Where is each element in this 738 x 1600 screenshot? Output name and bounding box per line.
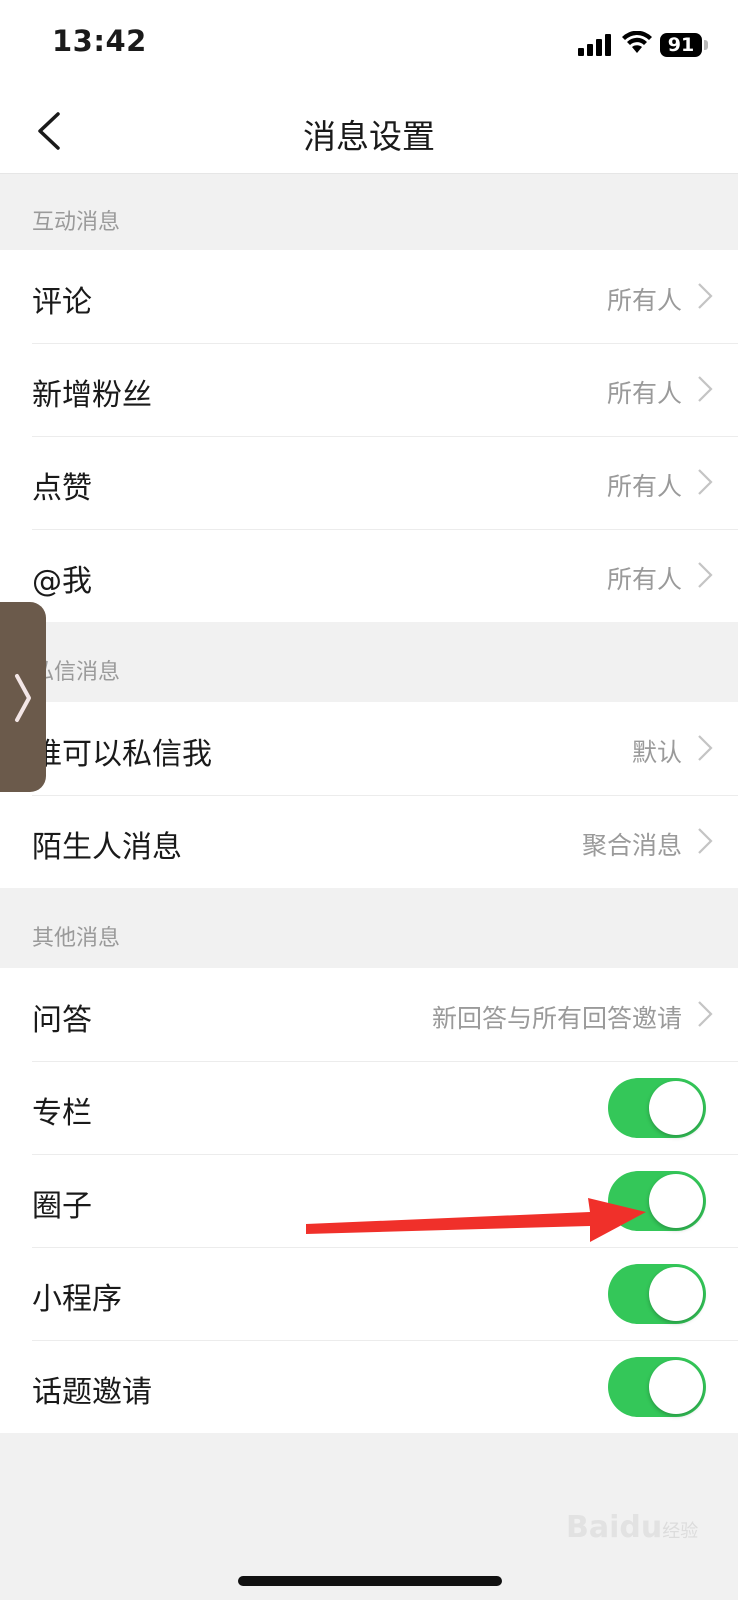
row-label: 问答: [32, 1003, 92, 1038]
battery-icon: 91: [660, 33, 702, 57]
nav-bar: 消息设置: [0, 90, 738, 174]
row-value: 所有人: [606, 565, 682, 594]
row-stranger-messages[interactable]: 陌生人消息 聚合消息: [0, 795, 738, 888]
chevron-right-icon: [698, 469, 713, 495]
row-value: 所有人: [606, 379, 682, 408]
chevron-right-icon: [698, 735, 713, 761]
settings-group-private-messages: 谁可以私信我 默认 陌生人消息 聚合消息: [0, 702, 738, 888]
wifi-icon: [622, 31, 652, 53]
battery-nub: [704, 40, 708, 50]
row-who-can-message[interactable]: 谁可以私信我 默认: [0, 702, 738, 795]
circles-toggle[interactable]: [608, 1171, 706, 1231]
row-topic-invites: 话题邀请: [0, 1340, 738, 1433]
row-value: 所有人: [606, 472, 682, 501]
section-header-other-messages: 其他消息: [0, 888, 738, 968]
section-header-interaction: 互动消息: [0, 174, 738, 250]
row-label: 新增粉丝: [32, 378, 152, 413]
row-label: 专栏: [32, 1096, 92, 1131]
column-toggle[interactable]: [608, 1078, 706, 1138]
cellular-signal-icon: [578, 34, 614, 56]
row-new-followers[interactable]: 新增粉丝 所有人: [0, 343, 738, 436]
row-label: 陌生人消息: [32, 830, 182, 865]
row-mentions[interactable]: @我 所有人: [0, 529, 738, 622]
toggle-knob: [649, 1267, 703, 1321]
chevron-right-icon: [698, 376, 713, 402]
page-title: 消息设置: [303, 117, 435, 156]
chevron-right-icon: [698, 828, 713, 854]
row-value: 默认: [631, 738, 682, 767]
row-circles: 圈子: [0, 1154, 738, 1247]
row-likes[interactable]: 点赞 所有人: [0, 436, 738, 529]
status-time: 13:42: [52, 24, 147, 58]
baidu-jingyan-watermark: Baidu经验: [566, 1510, 699, 1545]
row-label: 谁可以私信我: [32, 737, 212, 772]
row-column: 专栏: [0, 1061, 738, 1154]
row-label: 小程序: [32, 1282, 122, 1317]
mini-programs-toggle[interactable]: [608, 1264, 706, 1324]
toggle-knob: [649, 1174, 703, 1228]
row-comments[interactable]: 评论 所有人: [0, 250, 738, 343]
row-qa[interactable]: 问答 新回答与所有回答邀请: [0, 968, 738, 1061]
chevron-right-icon: [698, 283, 713, 309]
row-value: 聚合消息: [581, 831, 682, 860]
topic-invites-toggle[interactable]: [608, 1357, 706, 1417]
home-indicator[interactable]: [238, 1576, 502, 1586]
row-label: 点赞: [32, 471, 92, 506]
chevron-right-icon: [698, 1001, 713, 1027]
status-bar: 13:42 91: [0, 0, 738, 90]
settings-group-other-messages: 问答 新回答与所有回答邀请 专栏 圈子 小程序 话题邀请: [0, 968, 738, 1433]
row-label: @我: [32, 564, 92, 599]
row-label: 圈子: [32, 1189, 92, 1224]
toggle-knob: [649, 1081, 703, 1135]
row-label: 话题邀请: [32, 1375, 152, 1410]
row-value: 所有人: [606, 286, 682, 315]
chevron-right-icon: [698, 562, 713, 588]
chevron-right-icon: [15, 674, 31, 722]
settings-group-interaction: 评论 所有人 新增粉丝 所有人 点赞 所有人 @我 所有人: [0, 250, 738, 622]
section-header-private-messages: 私信消息: [0, 622, 738, 702]
toggle-knob: [649, 1360, 703, 1414]
row-mini-programs: 小程序: [0, 1247, 738, 1340]
row-value: 新回答与所有回答邀请: [431, 1004, 682, 1033]
row-label: 评论: [32, 285, 92, 320]
side-drawer-handle[interactable]: [0, 602, 46, 792]
